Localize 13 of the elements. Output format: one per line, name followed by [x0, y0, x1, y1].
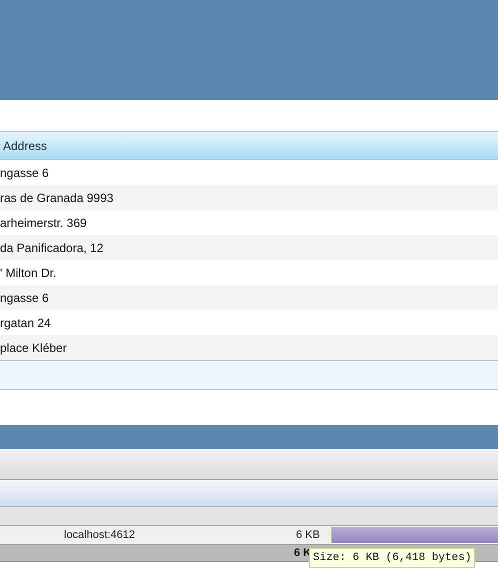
table-cell-text: place Kléber: [0, 340, 67, 356]
request-row[interactable]: localhost:4612 6 KB: [0, 526, 498, 545]
table-cell-text: da Panificadora, 12: [0, 240, 104, 256]
table-cell-text: ngasse 6: [0, 164, 49, 182]
tooltip: Size: 6 KB (6,418 bytes): [309, 548, 476, 568]
table-cell-text: ras de Granada 9993: [0, 190, 114, 206]
table-cell-text: ngasse 6: [0, 290, 49, 306]
size-text: 6 KB: [296, 528, 321, 543]
table-cell-text: rgatan 24: [0, 314, 51, 332]
column-header[interactable]: Address: [0, 136, 48, 154]
domain-text: localhost:4612: [64, 528, 136, 543]
table-cell-text: ' Milton Dr.: [0, 264, 56, 282]
table-cell-text: arheimerstr. 369: [0, 214, 87, 232]
